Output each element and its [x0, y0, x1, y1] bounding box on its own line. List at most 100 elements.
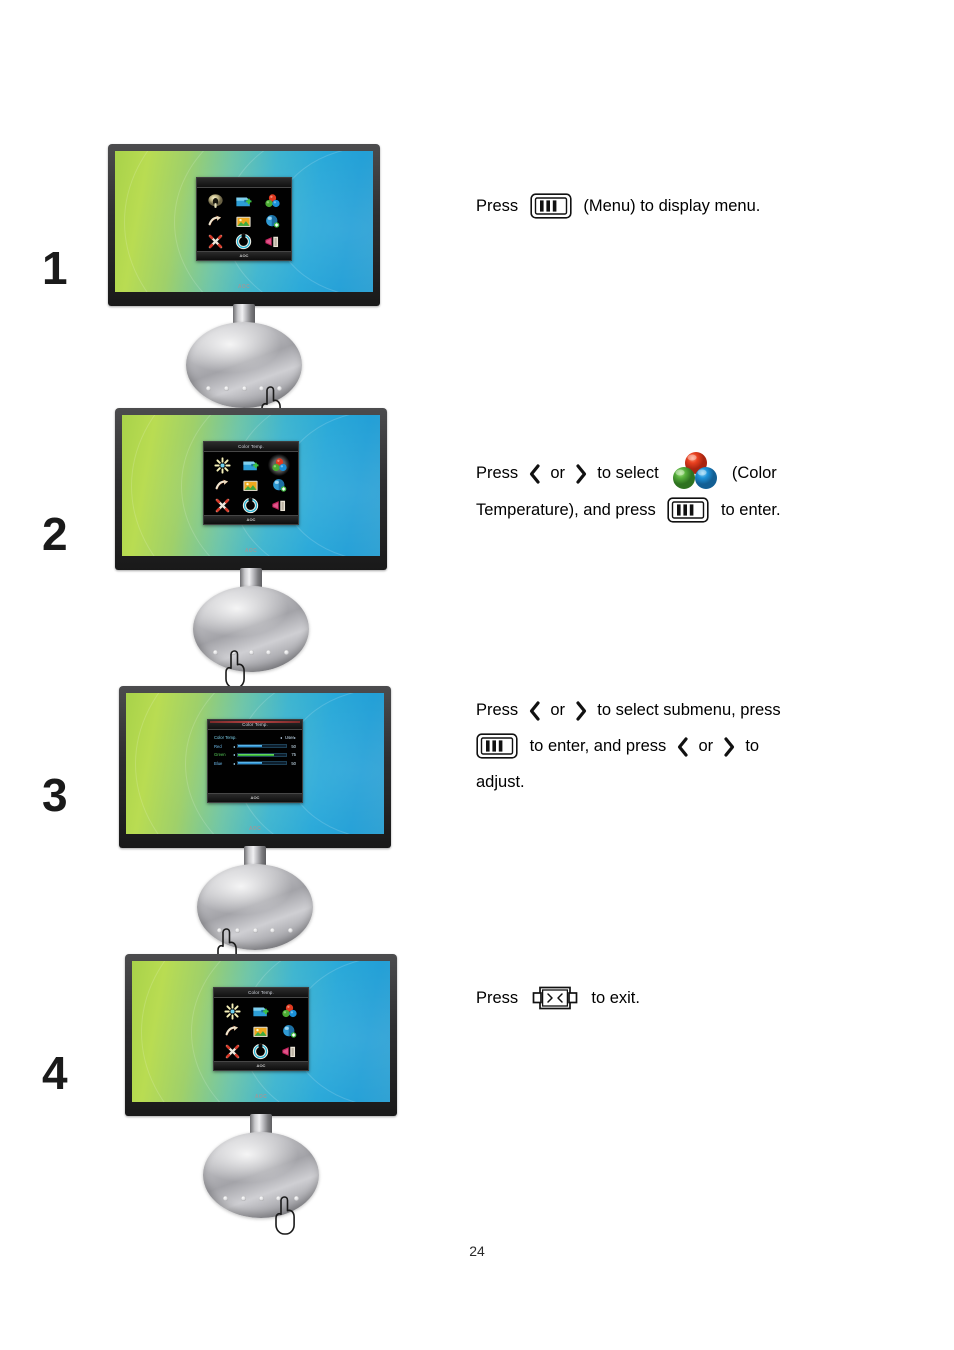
control-button-3[interactable] — [248, 650, 254, 655]
menu-button-icon — [667, 497, 709, 523]
pointing-finger-icon — [273, 1196, 299, 1236]
slider-track[interactable] — [237, 744, 287, 749]
osd-titlebar: Color Temp. — [208, 719, 302, 730]
osd-item-color-temperature[interactable] — [266, 454, 293, 477]
osd-item-exit[interactable] — [230, 232, 257, 251]
instruction-line: Temperature), and press to enter. — [476, 492, 781, 528]
chevron-right-icon — [574, 462, 589, 484]
instruction-text: adjust. — [476, 773, 525, 791]
osd-item-color-temperature[interactable] — [276, 1002, 303, 1021]
screen-bottom-logo: AOC — [244, 548, 258, 554]
instruction-text: Press — [476, 464, 519, 482]
osd-icon-grid — [219, 1002, 303, 1059]
document-page: 1 AOC AOC Press (Menu) to display menu. … — [0, 0, 954, 1350]
osd-item-input-select[interactable] — [259, 232, 286, 251]
monitor-screen: Color Temp. AOC AOC — [132, 961, 390, 1102]
instruction-text: to enter, and press — [529, 737, 667, 755]
chevron-left-icon — [527, 699, 542, 721]
osd-footer: AOC — [204, 514, 298, 524]
slider-track[interactable] — [237, 752, 287, 757]
chevron-right-icon: ▸ — [293, 734, 296, 740]
osd-item-osd-setup[interactable] — [247, 1022, 274, 1041]
osd-footer: AOC — [208, 792, 302, 802]
instruction-text-4: Press to exit. — [476, 980, 640, 1016]
chevron-left-icon: ◂ — [279, 734, 283, 740]
monitor-bezel: Color Temp. AOC AOC — [115, 408, 387, 570]
stand-base — [193, 586, 309, 672]
osd-item-picture-boost[interactable] — [202, 212, 229, 231]
chevron-right-icon — [722, 735, 737, 757]
exit-button-icon — [531, 985, 579, 1011]
osd-body — [204, 451, 298, 515]
osd-item-extra[interactable] — [276, 1022, 303, 1041]
instruction-text-2: Press or to select (Color Temperature), … — [476, 452, 781, 528]
osd-color-submenu[interactable]: Color Temp. Color Temp. ◂ User ▸ Red ◂ 5… — [207, 718, 303, 803]
monitor-bezel: Color Temp. AOC AOC — [125, 954, 397, 1116]
instruction-text: to select submenu, press — [597, 701, 781, 719]
slider-row[interactable]: Green ◂ 75 — [214, 752, 296, 757]
control-button-4[interactable] — [270, 928, 276, 933]
osd-item-luminance[interactable] — [209, 456, 236, 475]
osd-footer-logo: AOC — [246, 516, 256, 522]
osd-item-color-temperature[interactable] — [259, 192, 286, 211]
menu-button-icon — [530, 193, 572, 219]
control-button-2[interactable] — [223, 386, 229, 391]
osd-item-picture-boost[interactable] — [219, 1022, 246, 1041]
control-button-3[interactable] — [241, 386, 247, 391]
instruction-line: Press or to select submenu, press — [476, 692, 781, 728]
control-button-1[interactable] — [213, 650, 218, 655]
control-button-1[interactable] — [223, 1196, 228, 1201]
osd-body — [197, 187, 291, 251]
control-button-1[interactable] — [206, 386, 211, 391]
osd-icon-grid — [202, 192, 286, 249]
osd-item-input-select[interactable] — [266, 496, 293, 515]
control-button-5[interactable] — [284, 650, 289, 655]
instruction-text-1: Press (Menu) to display menu. — [476, 188, 760, 224]
monitor-figure-4: Color Temp. AOC AOC — [125, 954, 397, 1235]
osd-item-osd-setup[interactable] — [230, 212, 257, 231]
instruction-text: or — [698, 737, 714, 755]
control-button-2[interactable] — [240, 1196, 246, 1201]
instruction-text: to enter. — [720, 501, 781, 519]
instruction-line: to enter, and press or to — [476, 728, 781, 764]
osd-item-reset[interactable] — [202, 232, 229, 251]
screen-bottom-logo: AOC — [237, 284, 251, 290]
osd-footer-logo: AOC — [239, 252, 249, 258]
control-button-4[interactable] — [266, 650, 272, 655]
control-button-3[interactable] — [258, 1196, 264, 1201]
slider-row[interactable]: Red ◂ 50 — [214, 744, 296, 749]
slider-track[interactable] — [237, 761, 287, 766]
control-button-3[interactable] — [252, 928, 258, 933]
osd-item-reset[interactable] — [219, 1042, 246, 1061]
osd-item-image-setup[interactable] — [230, 192, 257, 211]
osd-main-menu[interactable]: AOC — [196, 176, 292, 261]
instruction-text: Press — [476, 197, 519, 215]
osd-item-reset[interactable] — [209, 496, 236, 515]
step-number-1: 1 — [42, 242, 68, 294]
slider-row[interactable]: Blue ◂ 50 — [214, 761, 296, 766]
monitor-bezel: Color Temp. Color Temp. ◂ User ▸ Red ◂ 5… — [119, 686, 391, 848]
instruction-text: to select — [597, 464, 659, 482]
osd-item-exit[interactable] — [237, 496, 264, 515]
monitor-screen: Color Temp. Color Temp. ◂ User ▸ Red ◂ 5… — [126, 693, 384, 834]
osd-item-input-select[interactable] — [276, 1042, 303, 1061]
osd-item-picture-boost[interactable] — [209, 476, 236, 495]
osd-main-menu[interactable]: Color Temp. AOC — [213, 986, 309, 1071]
instruction-text-3: Press or to select submenu, press to ent… — [476, 692, 781, 800]
osd-item-image-setup[interactable] — [247, 1002, 274, 1021]
osd-item-osd-setup[interactable] — [237, 476, 264, 495]
instruction-line: Press to exit. — [476, 980, 640, 1016]
osd-item-luminance[interactable] — [202, 192, 229, 211]
osd-main-menu[interactable]: Color Temp. AOC — [203, 440, 299, 525]
instruction-text: (Menu) to display menu. — [583, 197, 761, 215]
osd-item-extra[interactable] — [259, 212, 286, 231]
submenu-header-label: Color Temp. — [214, 734, 237, 740]
control-button-5[interactable] — [288, 928, 293, 933]
osd-item-exit[interactable] — [247, 1042, 274, 1061]
osd-item-luminance[interactable] — [219, 1002, 246, 1021]
osd-item-image-setup[interactable] — [237, 456, 264, 475]
instruction-line: Press (Menu) to display menu. — [476, 188, 760, 224]
osd-titlebar — [197, 177, 291, 188]
osd-item-extra[interactable] — [266, 476, 293, 495]
instruction-text: Press — [476, 701, 519, 719]
